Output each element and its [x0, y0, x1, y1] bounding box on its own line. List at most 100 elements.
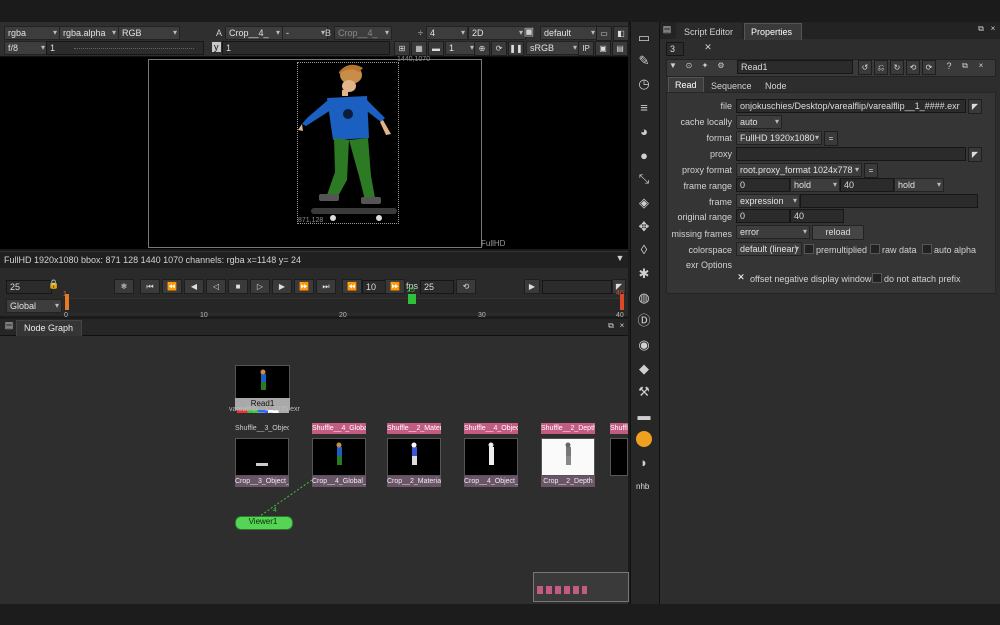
- filter-icon[interactable]: ◍: [634, 290, 654, 306]
- close-panel-icon[interactable]: ×: [617, 321, 627, 330]
- proxy-path-field[interactable]: [736, 147, 966, 161]
- shuffle-node[interactable]: Shuffle__4_Global_Illumination Crop__4_G…: [312, 423, 366, 487]
- alpha-channel-select[interactable]: rgba.alpha: [59, 26, 119, 40]
- panel-menu-icon[interactable]: ▤: [4, 320, 14, 331]
- sub-tab-node[interactable]: Node: [765, 81, 787, 91]
- channel-icon[interactable]: ≡: [634, 100, 654, 116]
- before-mode-select[interactable]: hold: [790, 178, 840, 192]
- shuffle-node[interactable]: Shuffle__2_Depth Crop__2_Depth: [541, 423, 595, 487]
- merge-icon[interactable]: ✱: [634, 266, 654, 282]
- file-path-field[interactable]: onjokuschies/Desktop/varealflip/varealfl…: [736, 99, 966, 113]
- transform-icon[interactable]: ⤡: [634, 171, 654, 187]
- sub-tab-sequence[interactable]: Sequence: [711, 81, 752, 91]
- view-icon[interactable]: ◉: [634, 337, 654, 353]
- shuffle-node[interactable]: Shuffle: [610, 423, 628, 476]
- next-keyframe-icon[interactable]: ⏩: [294, 279, 314, 294]
- float-panel-icon[interactable]: ⧉: [976, 24, 986, 34]
- original-start-field[interactable]: 0: [736, 209, 790, 223]
- cache-locally-select[interactable]: auto: [736, 115, 782, 129]
- other-icon[interactable]: ▬: [634, 408, 654, 424]
- collapse-icon[interactable]: ▼: [668, 61, 678, 70]
- fps-field[interactable]: 25: [420, 280, 454, 294]
- shuffle-node[interactable]: Shuffle__4_Object_Buffer_3 Crop__4_Objec…: [464, 423, 518, 487]
- colorspace-select[interactable]: default (linear): [736, 242, 802, 256]
- float-panel-icon[interactable]: ⧉: [606, 321, 616, 331]
- settings-icon[interactable]: ⚙: [716, 61, 726, 70]
- proxy-format-select[interactable]: root.proxy_format 1024x778: [736, 163, 862, 177]
- close-panel-icon[interactable]: ×: [988, 24, 998, 33]
- proxy-icon[interactable]: ▬: [428, 41, 444, 56]
- proxy-format-edit-button[interactable]: =: [864, 163, 878, 178]
- camera-icon[interactable]: ▣: [522, 25, 536, 38]
- no-prefix-checkbox[interactable]: [872, 273, 882, 283]
- flipbook-icon[interactable]: ▶: [524, 279, 540, 294]
- paint-icon[interactable]: ✎: [634, 53, 654, 69]
- step-back-icon[interactable]: ◁: [206, 279, 226, 294]
- float-icon[interactable]: ⧉: [960, 61, 970, 71]
- after-mode-select[interactable]: hold: [894, 178, 944, 192]
- node-name-field[interactable]: Read1: [737, 60, 853, 74]
- compare-mode-select[interactable]: -: [282, 26, 328, 40]
- panel-menu-icon[interactable]: ▤: [662, 24, 672, 35]
- move-icon[interactable]: ✥: [634, 219, 654, 235]
- original-end-field[interactable]: 40: [790, 209, 844, 223]
- play-backward-icon[interactable]: ◀: [184, 279, 204, 294]
- file-browse-icon[interactable]: ◤: [968, 99, 982, 114]
- view-mode-select[interactable]: 2D: [468, 26, 526, 40]
- auto-alpha-checkbox[interactable]: [922, 244, 932, 254]
- center-node-icon[interactable]: ⊙: [684, 61, 694, 70]
- viewer-settings-icon[interactable]: ▤: [612, 41, 628, 56]
- close-all-icon[interactable]: ✕: [702, 42, 714, 53]
- premultiplied-checkbox[interactable]: [804, 244, 814, 254]
- metadata-icon[interactable]: ◗: [634, 455, 654, 471]
- frame-start-field[interactable]: 0: [736, 178, 790, 192]
- split-view-icon[interactable]: ▭: [596, 26, 612, 41]
- wipe-icon[interactable]: ◧: [613, 26, 629, 41]
- refresh-icon[interactable]: ⟳: [491, 41, 507, 56]
- deep-icon[interactable]: Ⓓ: [634, 313, 654, 329]
- crosshair-icon[interactable]: ⊕: [474, 41, 490, 56]
- play-forward-icon[interactable]: ▶: [272, 279, 292, 294]
- timeline-ruler[interactable]: [64, 298, 624, 313]
- stop-icon[interactable]: ■: [228, 279, 248, 294]
- go-first-icon[interactable]: ⏮: [140, 279, 160, 294]
- keyer-icon[interactable]: ◊: [634, 242, 654, 258]
- gamma-field[interactable]: 1: [222, 41, 390, 55]
- node-color-icon[interactable]: ✦: [700, 61, 710, 70]
- colorspace-viewer-select[interactable]: sRGB: [526, 41, 580, 55]
- input-process-button[interactable]: IP: [578, 41, 594, 56]
- raw-data-checkbox[interactable]: [870, 244, 880, 254]
- step-forward-icon[interactable]: ▷: [250, 279, 270, 294]
- downscale-select[interactable]: 4: [426, 26, 468, 40]
- toolset-icon[interactable]: ⚒: [634, 384, 654, 400]
- display-channels-select[interactable]: RGB: [118, 26, 180, 40]
- nhb-icon[interactable]: nhb: [636, 482, 649, 491]
- time-icon[interactable]: ◷: [634, 76, 654, 92]
- playhead-marker[interactable]: [408, 294, 416, 304]
- prev-keyframe-icon[interactable]: ⏪: [162, 279, 182, 294]
- flipbook-field[interactable]: [542, 280, 612, 294]
- undo-icon[interactable]: ↺: [858, 60, 872, 75]
- skip-forward-icon[interactable]: ⏩: [385, 279, 405, 294]
- color-icon[interactable]: ◕: [634, 124, 654, 140]
- timeline-scope-select[interactable]: Global: [6, 299, 62, 313]
- frame-mode-select[interactable]: expression: [736, 194, 800, 208]
- history-icon[interactable]: ⟲: [906, 60, 920, 75]
- snowflake-icon[interactable]: ❄: [114, 279, 134, 294]
- format-select[interactable]: FullHD 1920x1080: [736, 131, 822, 145]
- loop-icon[interactable]: ⟲: [456, 279, 476, 294]
- offset-negative-checkbox[interactable]: ✕: [736, 272, 746, 283]
- skip-back-icon[interactable]: ⏪: [342, 279, 362, 294]
- a-input-select[interactable]: Crop__4_: [225, 26, 283, 40]
- layer-icon[interactable]: ◈: [634, 195, 654, 211]
- pause-icon[interactable]: ❚❚: [508, 41, 524, 56]
- go-last-icon[interactable]: ⏭: [316, 279, 336, 294]
- proxy-scale-select[interactable]: 1: [445, 41, 477, 55]
- redo-icon[interactable]: ↻: [890, 60, 904, 75]
- help-icon[interactable]: ?: [944, 61, 954, 71]
- fstop-select[interactable]: f/8: [4, 41, 48, 55]
- roi-icon[interactable]: ⊞: [394, 41, 410, 56]
- frame-expression-field[interactable]: [800, 194, 978, 208]
- clip-warning-icon[interactable]: ▦: [411, 41, 427, 56]
- viewer-icon[interactable]: ▭: [634, 30, 654, 46]
